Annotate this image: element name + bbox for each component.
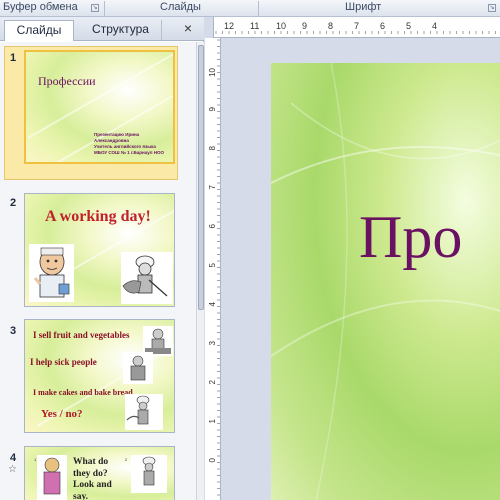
doctor-clipart <box>29 244 74 302</box>
thumbnail-scrollbar[interactable] <box>196 42 204 500</box>
tab-slides[interactable]: Слайды <box>4 20 74 41</box>
ruler-label: 10 <box>276 21 287 31</box>
ribbon-group-slides[interactable]: Слайды <box>160 0 201 17</box>
doctor-clipart <box>123 352 153 384</box>
tab-outline[interactable]: Структура <box>80 20 162 41</box>
ruler-label: 7 <box>208 185 217 190</box>
slide-background-streaks <box>271 63 500 500</box>
ruler-label: 9 <box>302 21 308 31</box>
horizontal-ruler[interactable]: 12 11 10 9 8 7 6 5 4 <box>213 17 500 38</box>
ribbon-group-bar: Буфер обмена ↘ Слайды Шрифт ↘ <box>0 0 500 17</box>
slide-edit-area: Про <box>222 39 500 500</box>
dialog-launcher-icon[interactable]: ↘ <box>91 4 99 12</box>
slide-line: I sell fruit and vegetables <box>33 330 130 340</box>
slide-number: 1 <box>10 52 17 64</box>
picture-marker: 2 <box>125 457 128 462</box>
slide-title: A working day! <box>45 208 151 225</box>
ruler-label: 6 <box>380 21 386 31</box>
ruler-label: 12 <box>224 21 235 31</box>
baker-clipart <box>131 455 167 493</box>
dialog-launcher-icon[interactable]: ↘ <box>488 4 496 12</box>
picture-marker: 1 <box>34 457 37 462</box>
slide-line: I help sick people <box>30 357 97 367</box>
ribbon-divider <box>104 1 105 16</box>
ruler-label: 1 <box>208 419 217 424</box>
current-slide[interactable]: Про <box>271 63 500 500</box>
ruler-label: 3 <box>208 341 217 346</box>
baker-clipart <box>125 394 163 430</box>
ruler-label: 5 <box>406 21 412 31</box>
slide-number: 2 <box>10 197 17 209</box>
decor-streak <box>27 52 173 139</box>
slide-thumbnail-1[interactable]: Профессии Презентацию Ирина Александровн… <box>24 50 175 164</box>
slide-caption: Презентацию Ирина Александровна Учитель … <box>94 132 165 155</box>
ruler-label: 0 <box>208 458 217 463</box>
slide-title-text[interactable]: Про <box>359 203 462 272</box>
pane-tabs: Слайды Структура × <box>0 17 204 41</box>
ruler-label: 7 <box>354 21 360 31</box>
ruler-corner <box>205 17 213 38</box>
baker-clipart <box>121 252 173 304</box>
ruler-label: 5 <box>208 263 217 268</box>
slide-line: Yes / no? <box>41 408 83 420</box>
vertical-ruler[interactable]: 10 9 8 7 6 5 4 3 2 1 0 <box>205 38 221 500</box>
ribbon-divider <box>258 1 259 16</box>
slide-title: Профессии <box>38 74 96 88</box>
slide-line: I make cakes and bake bread <box>33 388 133 397</box>
scrollbar-thumb[interactable] <box>198 45 204 310</box>
slide-text: What do they do? Look and say. <box>73 457 112 500</box>
slide-thumbnail-list: 1 Профессии Презентацию Ирина Александро… <box>0 42 196 500</box>
slide-thumbnail-2[interactable]: A working day! <box>24 193 175 307</box>
slide-number: 3 <box>10 325 17 337</box>
close-icon[interactable]: × <box>181 20 195 36</box>
ruler-label: 2 <box>208 380 217 385</box>
ruler-label: 9 <box>208 107 217 112</box>
ruler-label: 4 <box>208 302 217 307</box>
ruler-label: 11 <box>250 21 260 31</box>
ruler-label: 8 <box>208 146 217 151</box>
slide-thumbnail-3[interactable]: I sell fruit and vegetables I help sick … <box>24 319 175 433</box>
slide-number: 4 <box>10 452 17 464</box>
animation-star-icon: ☆ <box>8 464 17 475</box>
ruler-label: 10 <box>208 68 217 77</box>
ruler-label: 6 <box>208 224 217 229</box>
ribbon-group-font[interactable]: Шрифт <box>345 0 381 17</box>
ruler-label: 4 <box>432 21 438 31</box>
slide-thumbnail-4[interactable]: 1 2 3 4 What do they do? Look and say. <box>24 446 175 500</box>
ruler-label: 8 <box>328 21 334 31</box>
teacher-clipart <box>37 455 67 500</box>
slides-pane: Слайды Структура × 1 Профессии Презентац… <box>0 17 204 500</box>
ribbon-group-clipboard[interactable]: Буфер обмена <box>3 0 78 17</box>
